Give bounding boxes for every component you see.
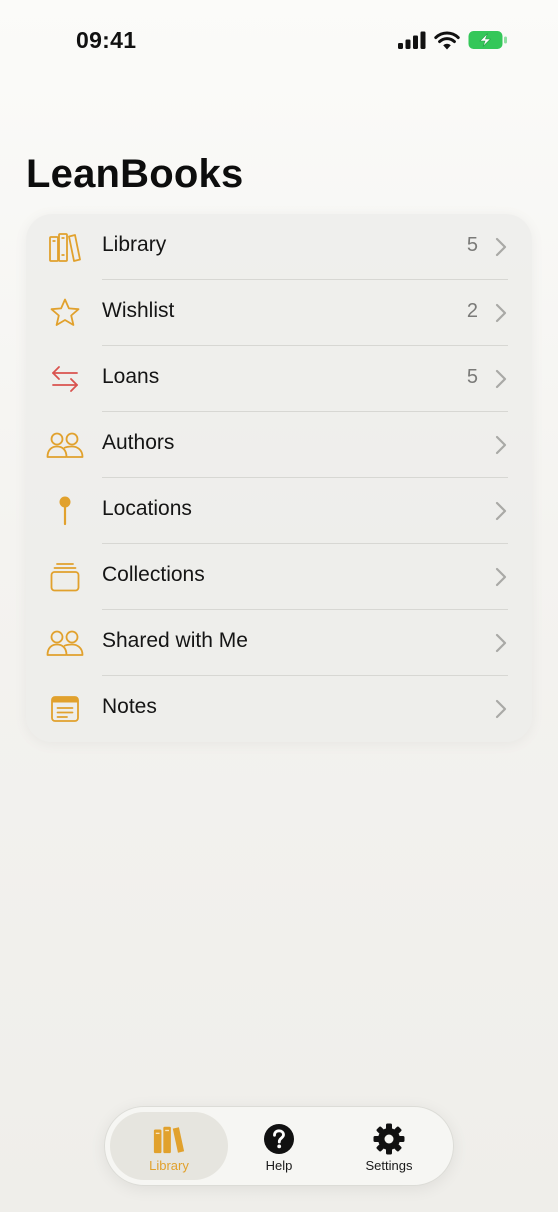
tab-label: Library — [149, 1158, 189, 1173]
chevron-right-icon — [495, 303, 507, 323]
menu-item-label: Shared with Me — [102, 629, 248, 652]
chevron-right-icon — [495, 435, 507, 455]
tab-label: Help — [265, 1158, 293, 1173]
wifi-icon — [434, 31, 460, 49]
chevron-right-icon — [495, 369, 507, 389]
menu-item-count: 2 — [466, 300, 478, 322]
pin-icon — [46, 492, 84, 530]
status-time: 09:41 — [76, 27, 137, 53]
page-title: LeanBooks — [26, 152, 244, 196]
menu-item-count: 5 — [466, 366, 478, 388]
status-bar: 09:41 — [0, 0, 558, 84]
menu-item-label: Authors — [102, 431, 175, 454]
menu-item-label: Notes — [102, 695, 157, 718]
bookshelf-icon — [46, 228, 84, 266]
books-icon — [152, 1122, 186, 1156]
menu-item-label: Collections — [102, 563, 205, 586]
menu-item-collections[interactable]: Collections — [26, 544, 532, 610]
menu-list: Library 5 Wishlist 2 Loans 5 Authors Loc… — [26, 214, 532, 742]
people-icon — [46, 624, 84, 662]
menu-item-notes[interactable]: Notes — [26, 676, 532, 742]
chevron-right-icon — [495, 633, 507, 653]
question-circle-icon — [262, 1122, 296, 1156]
star-icon — [46, 294, 84, 332]
chevron-right-icon — [495, 501, 507, 521]
tab-help[interactable]: Help — [220, 1112, 338, 1180]
chevron-right-icon — [495, 567, 507, 587]
menu-item-locations[interactable]: Locations — [26, 478, 532, 544]
gear-icon — [372, 1122, 406, 1156]
menu-item-label: Wishlist — [102, 299, 175, 322]
tab-bar: Library Help Settings — [104, 1106, 454, 1186]
menu-item-authors[interactable]: Authors — [26, 412, 532, 478]
menu-item-loans[interactable]: Loans 5 — [26, 346, 532, 412]
chevron-right-icon — [495, 699, 507, 719]
tab-settings[interactable]: Settings — [330, 1112, 448, 1180]
people-icon — [46, 426, 84, 464]
menu-item-count: 5 — [466, 234, 478, 256]
menu-item-label: Loans — [102, 365, 160, 388]
tab-library[interactable]: Library — [110, 1112, 228, 1180]
menu-item-label: Locations — [102, 497, 192, 520]
menu-item-label: Library — [102, 233, 167, 256]
chevron-right-icon — [495, 237, 507, 257]
menu-item-wishlist[interactable]: Wishlist 2 — [26, 280, 532, 346]
tab-label: Settings — [365, 1158, 413, 1173]
cellular-signal-icon — [398, 31, 426, 49]
menu-item-shared-with-me[interactable]: Shared with Me — [26, 610, 532, 676]
arrows-exchange-icon — [46, 360, 84, 398]
stack-icon — [46, 558, 84, 596]
notes-icon — [46, 690, 84, 728]
menu-item-library[interactable]: Library 5 — [26, 214, 532, 280]
status-icons — [398, 30, 508, 50]
battery-charging-icon — [468, 31, 507, 49]
